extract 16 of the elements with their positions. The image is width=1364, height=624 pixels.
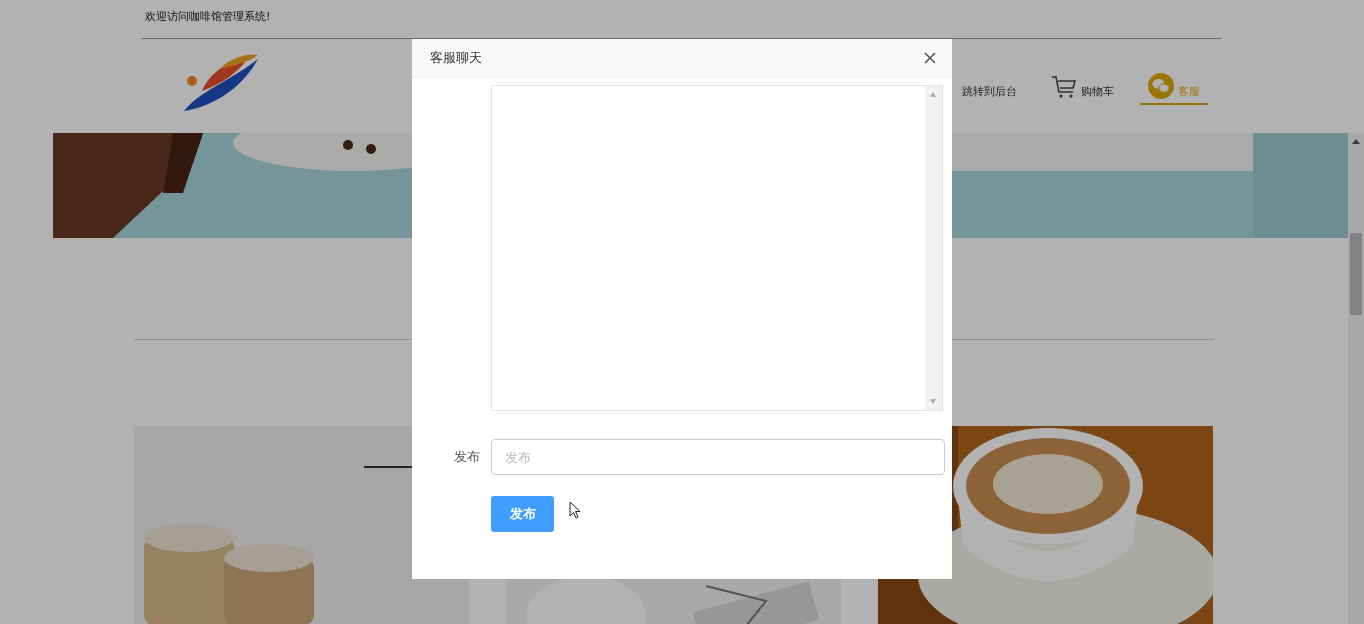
- nav-link[interactable]: 跳转到后台: [954, 84, 1025, 105]
- field-label: 发布: [454, 448, 480, 466]
- scroll-up-icon[interactable]: [930, 92, 936, 97]
- scroll-down-icon[interactable]: [930, 399, 936, 404]
- cursor-icon: [569, 501, 581, 519]
- welcome-text: 欢迎访问咖啡馆管理系统!: [145, 8, 271, 24]
- dialog-title: 客服聊天: [430, 49, 482, 67]
- cart-icon: [1051, 75, 1077, 99]
- chat-icon: [1148, 73, 1174, 99]
- scrollbar[interactable]: [925, 86, 942, 410]
- nav-link[interactable]: 购物车: [1043, 75, 1122, 105]
- scrollbar[interactable]: [1348, 133, 1364, 624]
- input-field[interactable]: 发布: [491, 439, 945, 475]
- close-icon[interactable]: [924, 52, 936, 64]
- scroll-thumb[interactable]: [1350, 233, 1362, 315]
- scroll-up-icon[interactable]: [1352, 139, 1360, 144]
